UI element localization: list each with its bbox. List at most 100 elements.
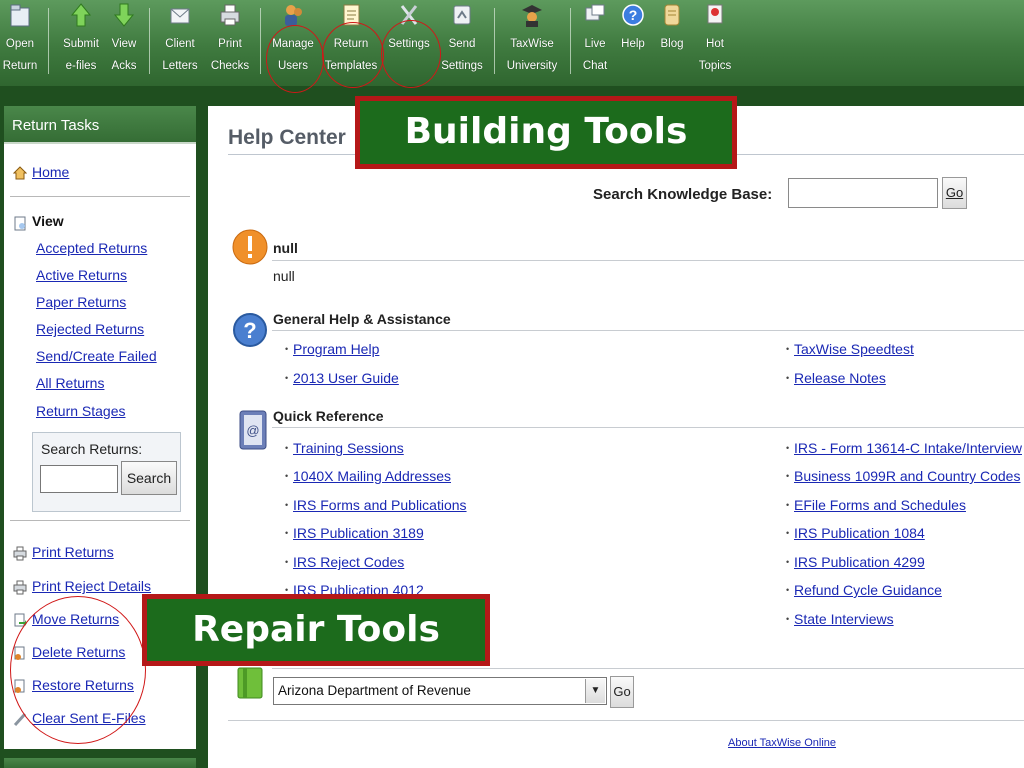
link-2013-user-guide[interactable]: 2013 User Guide — [293, 370, 399, 386]
toolbar-label: TaxWise — [510, 38, 554, 50]
toolbar-divider — [494, 8, 495, 74]
highlight-ring-return-templates — [322, 22, 384, 88]
submit-efiles-button[interactable]: Submit e-files — [58, 0, 104, 80]
bullet: • — [786, 373, 790, 383]
link-taxwise-speedtest[interactable]: TaxWise Speedtest — [794, 341, 914, 357]
sidebar-item-accepted-returns[interactable]: Accepted Returns — [36, 240, 147, 256]
alert-text: null — [273, 268, 295, 284]
link-release-notes[interactable]: Release Notes — [794, 370, 886, 386]
sidebar-item-send-create-failed[interactable]: Send/Create Failed — [36, 348, 157, 364]
section-title-quick-reference: Quick Reference — [273, 408, 384, 424]
print-checks-button[interactable]: Print Checks — [210, 0, 250, 80]
printer-icon — [13, 580, 27, 595]
toolbar-label: Letters — [162, 60, 198, 72]
link-refund-cycle-guidance[interactable]: Refund Cycle Guidance — [794, 582, 942, 598]
toolbar-label: Submit — [63, 38, 99, 50]
scroll-icon — [664, 4, 680, 26]
toolbar-label: Live — [584, 38, 606, 50]
toolbar-divider — [149, 8, 150, 74]
link-irs-reject-codes[interactable]: IRS Reject Codes — [293, 554, 404, 570]
sidebar-item-print-returns[interactable]: Print Returns — [32, 544, 114, 560]
sidebar-item-print-reject-details[interactable]: Print Reject Details — [32, 578, 151, 594]
send-settings-button[interactable]: Send Settings — [440, 0, 484, 80]
blog-button[interactable]: Blog — [656, 0, 688, 80]
chevron-down-icon[interactable]: ▼ — [585, 679, 605, 703]
highlight-ring-repair-tools — [10, 596, 146, 744]
bullet: • — [786, 528, 790, 538]
search-returns-input[interactable] — [40, 465, 118, 493]
sidebar-divider — [10, 520, 190, 521]
sidebar-footer-bar — [4, 758, 196, 768]
state-agency-select[interactable]: Arizona Department of Revenue ▼ — [273, 677, 607, 705]
knowledge-base-search-input[interactable] — [788, 178, 938, 208]
sidebar-home-link[interactable]: Home — [32, 164, 69, 180]
bullet: • — [285, 557, 289, 567]
bullet: • — [786, 500, 790, 510]
search-returns-button[interactable]: Search — [121, 461, 177, 495]
client-letters-button[interactable]: Client Letters — [160, 0, 200, 80]
link-1040x-mailing-addresses[interactable]: 1040X Mailing Addresses — [293, 468, 451, 484]
link-irs-form-13614c[interactable]: IRS - Form 13614-C Intake/Interview — [794, 440, 1022, 456]
bullet: • — [786, 585, 790, 595]
toolbar-label: Print — [218, 38, 242, 50]
toolbar-label: Checks — [210, 60, 250, 72]
bullet: • — [285, 443, 289, 453]
bullet: • — [285, 344, 289, 354]
link-irs-forms-publications[interactable]: IRS Forms and Publications — [293, 497, 467, 513]
sidebar-divider — [10, 196, 190, 197]
svg-text:?: ? — [629, 7, 638, 23]
state-book-icon — [237, 667, 263, 699]
bullet: • — [786, 344, 790, 354]
view-acks-button[interactable]: View Acks — [106, 0, 142, 80]
taxwise-university-button[interactable]: TaxWise University — [505, 0, 559, 80]
footer-divider — [228, 720, 1024, 721]
link-irs-publication-1084[interactable]: IRS Publication 1084 — [794, 525, 925, 541]
link-irs-publication-4299[interactable]: IRS Publication 4299 — [794, 554, 925, 570]
page-title: Help Center — [228, 126, 346, 149]
link-program-help[interactable]: Program Help — [293, 341, 379, 357]
graduate-icon — [522, 5, 542, 27]
sidebar-item-rejected-returns[interactable]: Rejected Returns — [36, 321, 144, 337]
section-divider — [272, 668, 1024, 669]
toolbar-label: Topics — [698, 60, 732, 72]
live-chat-button[interactable]: Live Chat — [580, 0, 610, 80]
help-button[interactable]: ? Help — [618, 0, 648, 80]
hot-topics-icon — [707, 4, 723, 24]
about-taxwise-online-link[interactable]: About TaxWise Online — [728, 737, 836, 749]
sidebar-item-paper-returns[interactable]: Paper Returns — [36, 294, 126, 310]
bullet: • — [285, 500, 289, 510]
building-tools-callout: Building Tools — [355, 96, 737, 169]
sidebar-header: Return Tasks — [4, 106, 196, 144]
toolbar-label: Help — [621, 38, 645, 50]
bullet: • — [285, 373, 289, 383]
link-state-interviews[interactable]: State Interviews — [794, 611, 894, 627]
knowledge-base-go-button[interactable]: Go — [942, 177, 967, 209]
open-return-button[interactable]: Open Return — [0, 0, 40, 80]
sidebar-item-active-returns[interactable]: Active Returns — [36, 267, 127, 283]
knowledge-base-search-label: Search Knowledge Base: — [593, 186, 773, 203]
bullet: • — [786, 443, 790, 453]
link-business-1099r-country-codes[interactable]: Business 1099R and Country Codes — [794, 468, 1020, 484]
link-training-sessions[interactable]: Training Sessions — [293, 440, 404, 456]
svg-text:@: @ — [246, 423, 259, 438]
toolbar-label: University — [506, 60, 558, 72]
section-title-general-help: General Help & Assistance — [273, 311, 451, 327]
alert-icon — [232, 229, 268, 265]
link-irs-publication-3189[interactable]: IRS Publication 3189 — [293, 525, 424, 541]
sidebar-item-return-stages[interactable]: Return Stages — [36, 403, 126, 419]
help-center-panel: Help Center Search Knowledge Base: Go nu… — [208, 106, 1024, 768]
up-arrow-icon — [70, 3, 92, 27]
toolbar-label: View — [111, 38, 137, 50]
hot-topics-button[interactable]: Hot Topics — [696, 0, 734, 80]
toolbar-divider — [48, 8, 49, 74]
section-divider — [272, 427, 1024, 428]
link-efile-forms-schedules[interactable]: EFile Forms and Schedules — [794, 497, 966, 513]
state-go-button[interactable]: Go — [610, 676, 634, 708]
sidebar-item-all-returns[interactable]: All Returns — [36, 375, 104, 391]
down-arrow-icon — [113, 3, 135, 27]
help-icon: ? — [622, 4, 644, 26]
bullet: • — [786, 471, 790, 481]
svg-text:?: ? — [243, 318, 256, 343]
toolbar-label: e-files — [65, 60, 97, 72]
highlight-ring-manage-users — [266, 25, 324, 93]
